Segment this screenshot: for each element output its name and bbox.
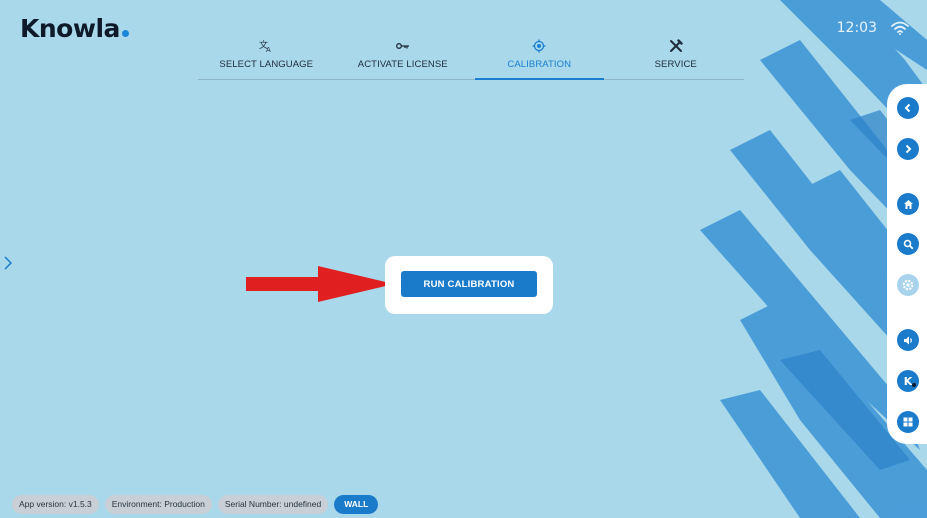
status-bar: 12:03 [837, 20, 909, 36]
app-logo: Knowla [20, 14, 129, 43]
tab-label: SERVICE [654, 59, 697, 70]
serial-number-badge: Serial Number: undefined [217, 495, 329, 514]
calibration-screen: Knowla 12:03 文 A SELECT LANGUAGE ACTIVAT… [0, 0, 927, 518]
tab-service[interactable]: SERVICE [608, 36, 745, 79]
forward-chevron-icon [905, 144, 912, 154]
search-icon [903, 239, 913, 249]
clock: 12:03 [836, 20, 877, 36]
footer-info: App version: v1.5.3 Environment: Product… [12, 495, 379, 514]
tools-icon [669, 36, 683, 56]
search-button[interactable] [897, 233, 919, 255]
settings-icon [902, 279, 914, 291]
volume-button[interactable] [897, 329, 919, 351]
calibration-card: RUN CALIBRATION [385, 256, 553, 314]
logo-dot [121, 30, 129, 37]
tab-label: SELECT LANGUAGE [219, 59, 314, 70]
run-calibration-button[interactable]: RUN CALIBRATION [401, 271, 537, 297]
knowla-k-icon: K [904, 375, 917, 388]
svg-text:A: A [266, 46, 271, 53]
wifi-icon [891, 21, 909, 35]
mode-badge: WALL [334, 495, 379, 514]
key-icon [395, 36, 410, 56]
settings-tabs: 文 A SELECT LANGUAGE ACTIVATE LICENSE CAL… [198, 36, 744, 80]
tab-calibration[interactable]: CALIBRATION [471, 36, 608, 80]
target-icon [532, 36, 546, 56]
forward-button[interactable] [897, 138, 919, 160]
home-button[interactable] [897, 193, 919, 215]
tab-label: ACTIVATE LICENSE [357, 59, 448, 70]
translate-icon: 文 A [259, 36, 273, 56]
windows-icon [903, 417, 913, 427]
environment-badge: Environment: Production [104, 495, 212, 514]
volume-icon [903, 336, 912, 344]
open-drawer-chevron-icon[interactable] [4, 256, 13, 275]
tab-select-language[interactable]: 文 A SELECT LANGUAGE [198, 36, 335, 79]
tab-label: CALIBRATION [507, 59, 572, 70]
windows-button[interactable] [897, 411, 919, 433]
red-arrow-annotation [246, 266, 394, 302]
back-button[interactable] [897, 97, 919, 119]
tab-activate-license[interactable]: ACTIVATE LICENSE [335, 36, 472, 79]
home-icon [903, 199, 913, 209]
side-dock: K [887, 84, 927, 444]
settings-button[interactable] [897, 274, 919, 296]
app-version-badge: App version: v1.5.3 [12, 495, 99, 514]
knowla-button[interactable]: K [897, 370, 919, 392]
back-chevron-icon [904, 103, 911, 113]
